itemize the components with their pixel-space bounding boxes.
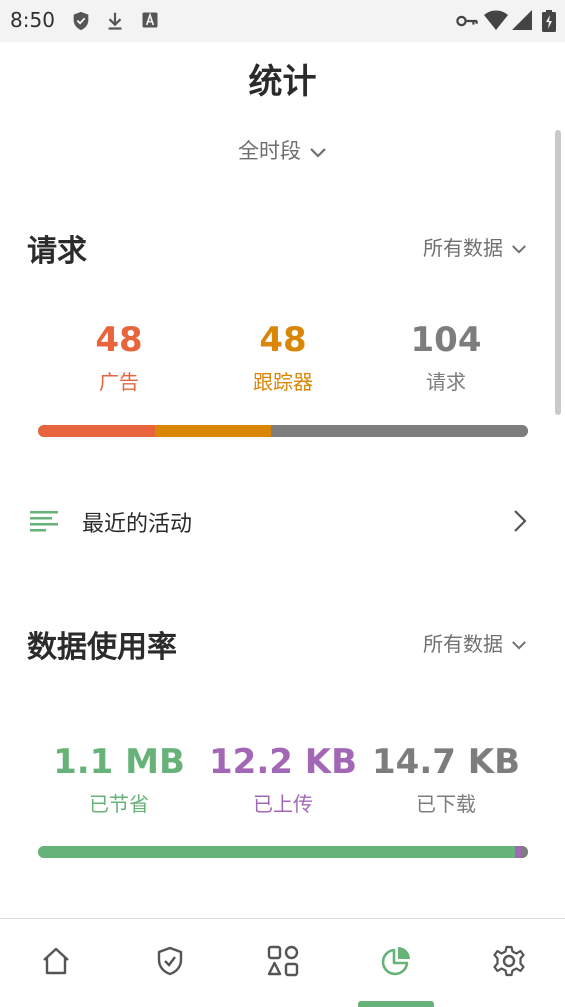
data-usage-title: 数据使用率 [27,630,177,665]
protection-shield-icon[interactable] [150,941,190,981]
saved-label: 已节省 [89,792,149,816]
key-icon [455,10,479,36]
data-usage-bar [38,846,528,858]
trackers-segment [154,425,272,437]
wifi-icon [484,10,508,36]
battery-icon [542,10,556,36]
saved-segment [38,846,516,858]
requests-label: 请求 [426,370,466,394]
ads-stat: 48 广告 [34,320,204,395]
downloaded-segment [521,846,528,858]
downloaded-stat: 14.7 KB 已下载 [361,742,531,817]
home-icon[interactable] [36,941,76,981]
status-time: 8:50 [10,8,55,32]
activity-shapes-icon[interactable] [263,941,303,981]
signal-icon [512,10,532,34]
data-usage-filter-dropdown[interactable]: 所有数据 [423,628,527,657]
ads-count: 48 [95,320,143,360]
saved-value: 1.1 MB [53,742,185,782]
requests-stat: 104 请求 [361,320,531,395]
trackers-count: 48 [259,320,307,360]
requests-filter-label: 所有数据 [423,236,503,260]
ads-segment [38,425,155,437]
trackers-stat: 48 跟踪器 [198,320,368,395]
saved-stat: 1.1 MB 已节省 [34,742,204,817]
chevron-down-icon [512,245,526,254]
uploaded-stat: 12.2 KB 已上传 [198,742,368,817]
period-label: 全时段 [238,139,301,163]
a-box-icon [140,10,160,34]
downloaded-label: 已下载 [416,792,476,816]
data-usage-filter-label: 所有数据 [423,632,503,656]
downloaded-value: 14.7 KB [372,742,520,782]
scrollbar[interactable] [555,130,561,415]
ads-label: 广告 [99,370,139,394]
recent-activity-label: 最近的活动 [82,512,193,537]
settings-gear-icon[interactable] [489,941,529,981]
chevron-right-icon [514,510,527,532]
chevron-down-icon [512,641,526,650]
requests-bar [38,425,528,437]
download-icon [104,10,126,36]
uploaded-value: 12.2 KB [209,742,357,782]
requests-title: 请求 [27,234,87,269]
chevron-down-icon [309,140,327,164]
period-selector[interactable]: 全时段 [0,135,565,165]
active-tab-indicator [358,1001,434,1007]
bottom-navigation [0,918,565,1007]
uploaded-label: 已上传 [253,792,313,816]
requests-filter-dropdown[interactable]: 所有数据 [423,232,527,261]
status-bar: 8:50 [0,0,565,42]
shield-icon [70,10,92,36]
list-lines-icon [30,511,58,532]
requests-count: 104 [410,320,482,360]
recent-activity-row[interactable]: 最近的活动 [0,490,565,550]
trackers-label: 跟踪器 [253,370,313,394]
other-segment [271,425,528,437]
statistics-pie-icon[interactable] [376,941,416,981]
page-title: 统计 [248,62,317,102]
